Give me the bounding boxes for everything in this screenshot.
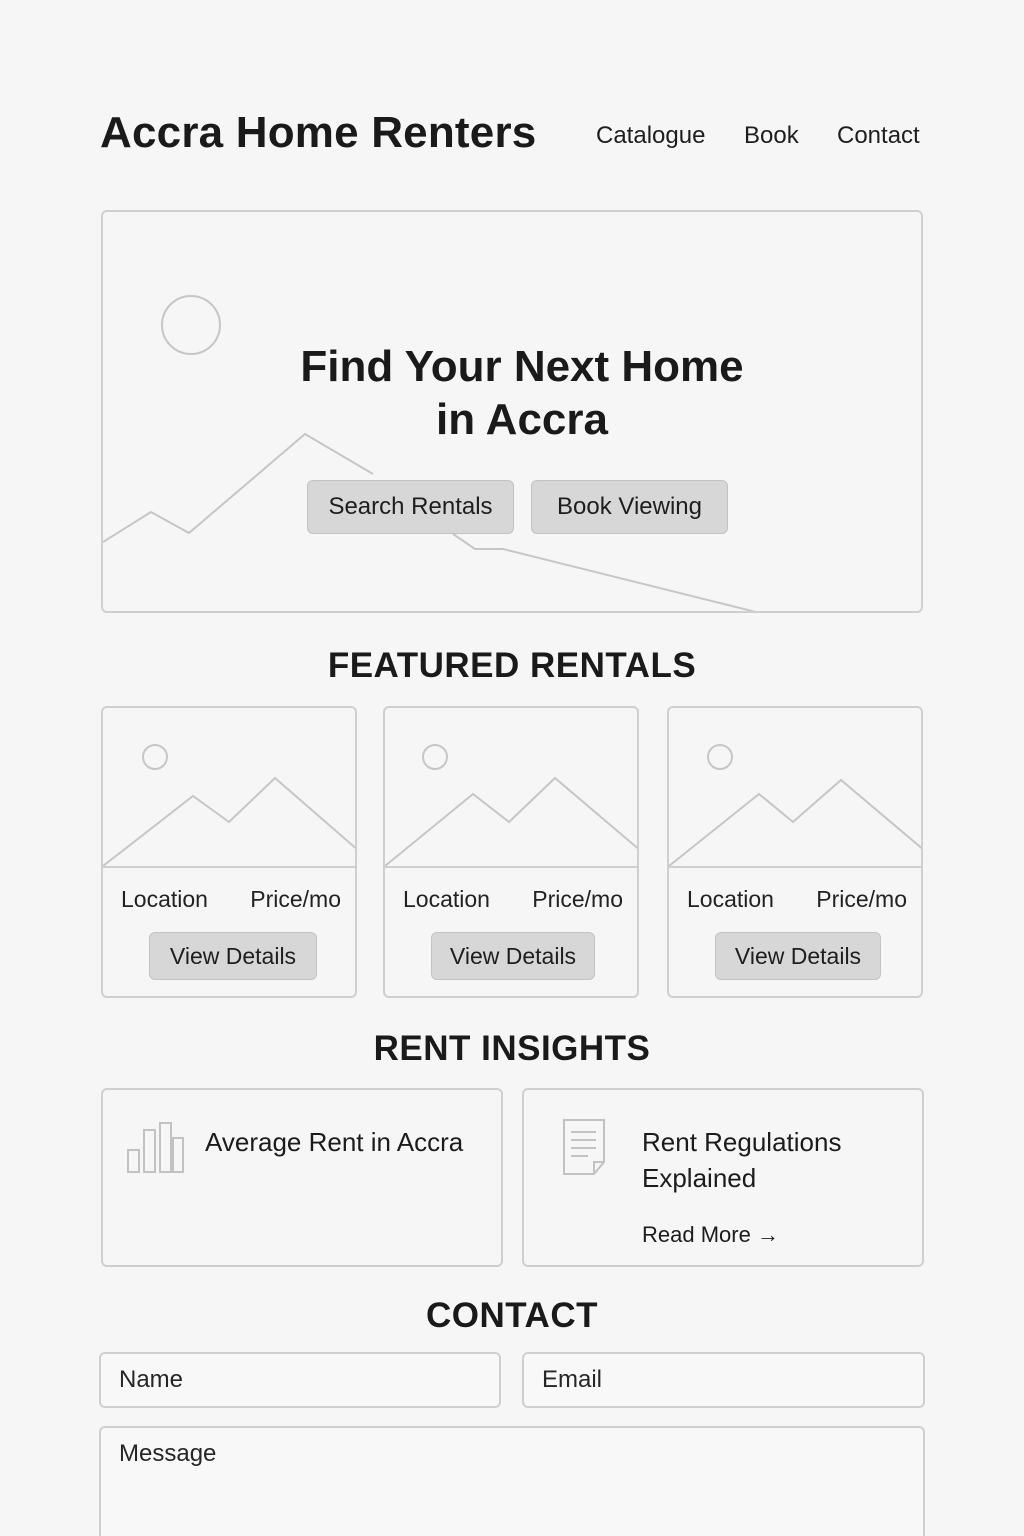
insight-card-average-rent[interactable]: Average Rent in Accra — [101, 1088, 503, 1267]
rental-card: Location Price/mo View Details — [101, 706, 357, 998]
rental-location: Location — [121, 886, 208, 912]
card-divider — [669, 866, 921, 868]
hero-title-line-1: Find Your Next Home — [300, 342, 744, 391]
hero-banner: Find Your Next Home in Accra Search Rent… — [101, 210, 923, 613]
rent-insights-heading: RENT INSIGHTS — [373, 1029, 651, 1068]
nav-book-link[interactable]: Book — [744, 118, 799, 154]
insight-title: Average Rent in Accra — [205, 1127, 464, 1157]
rental-card: Location Price/mo View Details — [667, 706, 923, 998]
view-details-button[interactable]: View Details — [149, 932, 317, 980]
hero-title-line-2: in Accra — [435, 395, 608, 444]
rental-price: Price/mo — [816, 886, 907, 912]
featured-rentals-heading: FEATURED RENTALS — [327, 646, 697, 685]
rental-card: Location Price/mo View Details — [383, 706, 639, 998]
card-divider — [385, 866, 637, 868]
insight-card-rent-regulations[interactable]: Rent Regulations Explained Read More → — [522, 1088, 924, 1267]
insight-title-line-1: Rent Regulations — [642, 1127, 842, 1157]
rental-price: Price/mo — [532, 886, 623, 912]
mountain-slope-icon — [452, 533, 757, 611]
view-details-button[interactable]: View Details — [431, 932, 595, 980]
book-viewing-button[interactable]: Book Viewing — [531, 480, 728, 534]
message-field[interactable] — [99, 1426, 925, 1536]
nav-catalogue-link[interactable]: Catalogue — [596, 118, 705, 154]
sun-icon — [142, 744, 168, 770]
page: Accra Home Renters Catalogue Book Contac… — [0, 0, 1024, 1536]
hero-title: Find Your Next Home in Accra — [103, 340, 921, 446]
rental-image-placeholder — [385, 744, 637, 867]
read-more-link[interactable]: Read More → — [642, 1222, 779, 1248]
insight-title: Rent Regulations Explained — [642, 1124, 841, 1196]
sun-icon — [422, 744, 448, 770]
bar-chart-icon — [127, 1122, 184, 1173]
insight-title-line-2: Explained — [642, 1163, 757, 1193]
rental-location: Location — [403, 886, 490, 912]
rental-price: Price/mo — [250, 886, 341, 912]
mountain-icon — [103, 776, 355, 867]
name-field[interactable] — [99, 1352, 501, 1408]
sun-icon — [707, 744, 733, 770]
rental-image-placeholder — [103, 744, 355, 867]
mountain-icon — [669, 778, 921, 867]
mountain-icon — [385, 776, 637, 867]
contact-heading: CONTACT — [426, 1296, 598, 1335]
email-field[interactable] — [522, 1352, 925, 1408]
view-details-button[interactable]: View Details — [715, 932, 881, 980]
document-icon — [563, 1119, 605, 1175]
rental-image-placeholder — [669, 744, 921, 867]
rental-location: Location — [687, 886, 774, 912]
card-divider — [103, 866, 355, 868]
main-nav: Catalogue Book Contact — [0, 118, 1024, 154]
nav-contact-link[interactable]: Contact — [837, 118, 920, 154]
search-rentals-button[interactable]: Search Rentals — [307, 480, 514, 534]
